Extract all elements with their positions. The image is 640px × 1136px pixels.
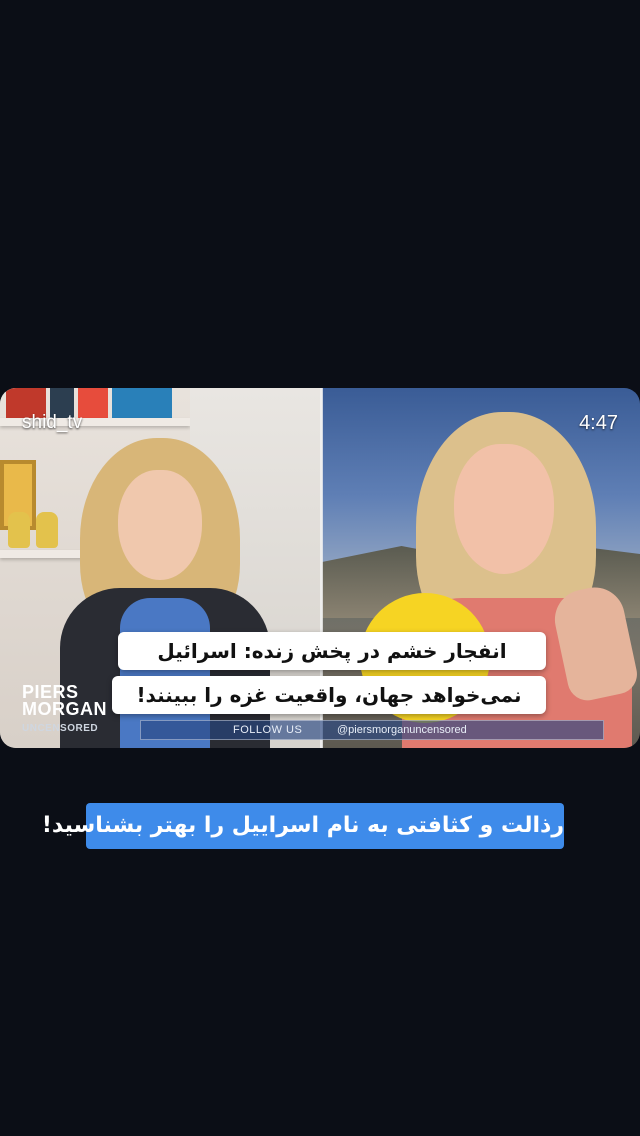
logo-line-3: UNCENSORED	[22, 723, 99, 734]
video-duration: 4:47	[579, 412, 618, 434]
face	[454, 444, 554, 574]
story-screen: shid_tv 4:47 انفجار خشم در پخش زنده: اسر…	[0, 0, 640, 1136]
book	[78, 388, 108, 418]
social-handle: @piersmorganuncensored	[337, 724, 467, 736]
headline-line-2: نمی‌خواهد جهان، واقعیت غزه را ببینند!	[112, 676, 546, 714]
video-player[interactable]: shid_tv 4:47 انفجار خشم در پخش زنده: اسر…	[0, 388, 640, 748]
book	[112, 388, 172, 418]
channel-label: shid_tv	[22, 412, 83, 433]
show-logo: PIERS MORGAN UNCENSORED	[22, 683, 107, 737]
figurine	[36, 512, 58, 548]
lower-third-bar: FOLLOW US @piersmorganuncensored	[140, 720, 604, 740]
headline-line-1: انفجار خشم در پخش زنده: اسرائیل	[118, 632, 546, 670]
logo-line-2: MORGAN	[22, 699, 107, 719]
follow-us-text: FOLLOW US	[233, 724, 303, 736]
figurine	[8, 512, 30, 548]
face	[118, 470, 202, 580]
story-subtitle: رذالت و کثافتی به نام اسراییل را بهتر بش…	[42, 803, 564, 849]
